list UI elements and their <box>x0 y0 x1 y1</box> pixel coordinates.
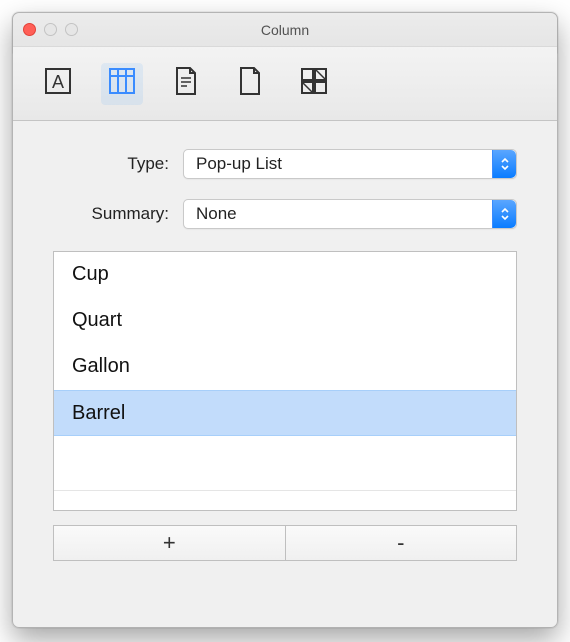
options-listbox: Cup Quart Gallon Barrel <box>53 251 517 511</box>
dropdown-arrow-icon <box>492 150 516 178</box>
summary-row: Summary: None <box>53 199 517 229</box>
layout-icon <box>299 66 329 101</box>
list-item-label: Quart <box>72 309 122 332</box>
list-spacer <box>54 490 516 510</box>
page-icon <box>236 66 264 101</box>
plus-icon: + <box>163 530 176 556</box>
column-icon <box>107 66 137 101</box>
remove-button[interactable]: - <box>286 526 517 560</box>
type-select[interactable]: Pop-up List <box>183 149 517 179</box>
type-row: Type: Pop-up List <box>53 149 517 179</box>
text-icon: A <box>43 66 73 101</box>
summary-label: Summary: <box>53 204 183 224</box>
list-item[interactable]: Quart <box>54 298 516 344</box>
inspector-window: Column A <box>12 12 558 628</box>
summary-select[interactable]: None <box>183 199 517 229</box>
document-tab[interactable] <box>165 63 207 105</box>
page-tab[interactable] <box>229 63 271 105</box>
traffic-lights <box>23 23 78 36</box>
type-value: Pop-up List <box>196 154 282 174</box>
svg-text:A: A <box>52 72 64 92</box>
inspector-body: Type: Pop-up List Summary: None <box>13 121 557 591</box>
minus-icon: - <box>397 530 404 556</box>
window-title: Column <box>261 22 309 38</box>
close-button[interactable] <box>23 23 36 36</box>
list-item[interactable]: Barrel <box>54 390 516 436</box>
minimize-button[interactable] <box>44 23 57 36</box>
maximize-button[interactable] <box>65 23 78 36</box>
list-button-bar: + - <box>53 525 517 561</box>
dropdown-arrow-icon <box>492 200 516 228</box>
toolbar: A <box>13 47 557 121</box>
text-style-tab[interactable]: A <box>37 63 79 105</box>
titlebar: Column <box>13 13 557 47</box>
list-items: Cup Quart Gallon Barrel <box>54 252 516 490</box>
list-item-label: Cup <box>72 263 109 286</box>
document-icon <box>172 66 200 101</box>
list-item-label: Gallon <box>72 355 130 378</box>
add-button[interactable]: + <box>54 526 286 560</box>
list-item-label: Barrel <box>72 402 125 425</box>
list-item[interactable]: Cup <box>54 252 516 298</box>
layout-tab[interactable] <box>293 63 335 105</box>
type-label: Type: <box>53 154 183 174</box>
column-tab[interactable] <box>101 63 143 105</box>
list-item[interactable]: Gallon <box>54 344 516 390</box>
summary-value: None <box>196 204 237 224</box>
